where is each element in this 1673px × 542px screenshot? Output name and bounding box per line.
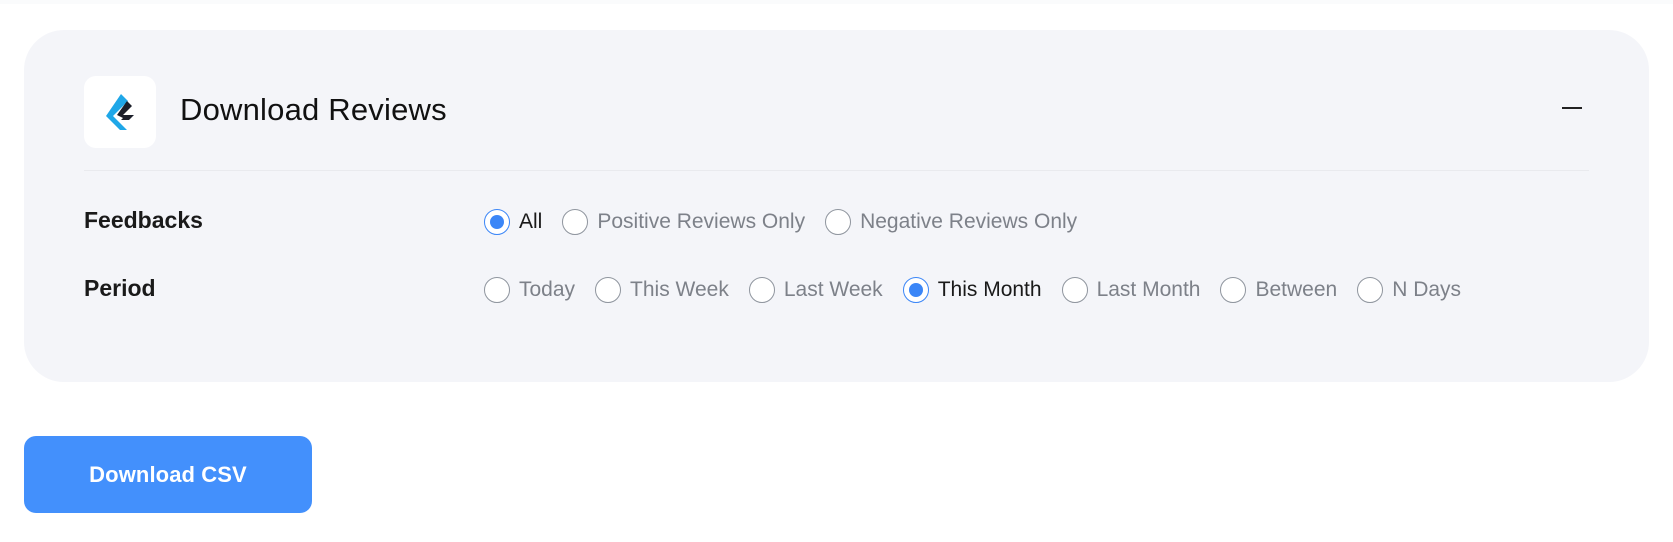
download-reviews-panel: Download Reviews Feedbacks All Positive …	[24, 30, 1649, 382]
radio-button[interactable]	[902, 277, 929, 303]
radio-button[interactable]	[484, 277, 510, 303]
feedbacks-label: Feedbacks	[84, 207, 203, 233]
radio-option-all[interactable]: All	[484, 208, 542, 236]
radio-option-negative[interactable]: Negative Reviews Only	[825, 208, 1077, 236]
radio-option-this-week[interactable]: This Week	[595, 276, 729, 304]
radio-button[interactable]	[1061, 277, 1088, 303]
radio-button[interactable]	[825, 209, 852, 235]
radio-button[interactable]	[1220, 277, 1247, 303]
minus-icon	[1562, 107, 1582, 109]
radio-label: Today	[519, 278, 576, 301]
radio-label: Last Week	[783, 278, 883, 301]
radio-checked-dot	[490, 215, 504, 229]
radio-option-positive[interactable]: Positive Reviews Only	[562, 208, 805, 236]
download-csv-button[interactable]: Download CSV	[24, 436, 312, 513]
radio-button[interactable]	[1357, 277, 1384, 303]
radio-label: Positive Reviews Only	[597, 210, 806, 233]
radio-label: All	[519, 210, 543, 233]
radio-label: Between	[1255, 278, 1338, 301]
radio-label: N Days	[1392, 278, 1462, 301]
feedbacks-radio-group: All Positive Reviews Only Negative Revie…	[484, 208, 1097, 236]
radio-option-between[interactable]: Between	[1220, 276, 1337, 304]
radio-button[interactable]	[748, 277, 775, 303]
radio-option-last-month[interactable]: Last Month	[1061, 276, 1201, 304]
radio-button[interactable]	[562, 209, 589, 235]
radio-option-n-days[interactable]: N Days	[1357, 276, 1461, 304]
radio-option-last-week[interactable]: Last Week	[748, 276, 883, 304]
period-radio-group: Today This Week Last Week This Month Las…	[484, 276, 1481, 304]
header-divider	[84, 170, 1589, 171]
radio-option-today[interactable]: Today	[484, 276, 575, 304]
radio-label: Last Month	[1096, 278, 1201, 301]
radio-label: This Month	[937, 278, 1042, 301]
top-divider-strip	[0, 0, 1673, 4]
panel-title: Download Reviews	[180, 92, 447, 127]
radio-option-this-month[interactable]: This Month	[902, 276, 1042, 304]
radio-button[interactable]	[595, 277, 622, 303]
radio-button[interactable]	[484, 209, 510, 235]
brand-logo-icon	[84, 76, 156, 148]
radio-label: This Week	[630, 278, 729, 301]
period-label: Period	[84, 275, 156, 301]
radio-label: Negative Reviews Only	[860, 210, 1078, 233]
radio-checked-dot	[908, 283, 923, 297]
collapse-button[interactable]	[1554, 92, 1586, 124]
